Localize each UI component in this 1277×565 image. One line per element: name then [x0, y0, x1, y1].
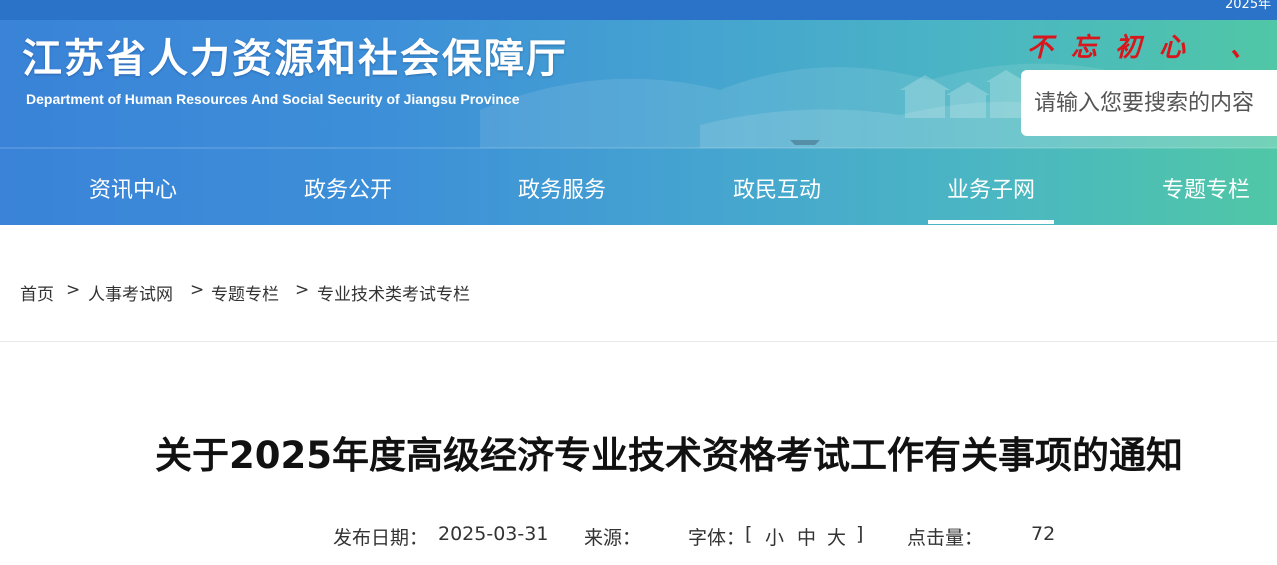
publish-date-label: 发布日期： [333, 527, 429, 549]
breadcrumb-current[interactable]: 专业技术类考试专栏 [317, 280, 470, 305]
nav-item-subsites[interactable]: 业务子网 [928, 170, 1054, 224]
top-strip: 2025年 [0, 0, 1277, 20]
font-small-button[interactable]: 小 [765, 523, 784, 550]
nav-item-interaction[interactable]: 政民互动 [714, 170, 840, 224]
site-subtitle: Department of Human Resources And Social… [26, 91, 520, 107]
divider [0, 341, 1277, 342]
site-header: 江苏省人力资源和社会保障厅 Department of Human Resour… [0, 20, 1277, 225]
article-meta: 发布日期： 2025-03-31 来源： 字体： [ 小 中 大 ] 点击量： … [0, 523, 1277, 549]
breadcrumb-separator: > [295, 280, 310, 300]
source-label: 来源： [584, 527, 642, 549]
publish-date: 2025-03-31 [438, 523, 549, 545]
nav-item-gov-service[interactable]: 政务服务 [499, 170, 625, 224]
breadcrumb-topics-link[interactable]: 专题专栏 [211, 280, 279, 305]
slogan: 不忘初心 、 [1027, 33, 1275, 63]
breadcrumb-separator: > [190, 280, 205, 300]
font-bracket-open: [ [745, 523, 753, 545]
search-box [1021, 70, 1277, 136]
breadcrumb-home-link[interactable]: 首页 [20, 280, 54, 305]
nav-item-topics[interactable]: 专题专栏 [1143, 170, 1269, 224]
views-count: 72 [1031, 523, 1056, 545]
search-input[interactable] [1021, 70, 1277, 136]
font-bracket-close: ] [856, 523, 864, 545]
site-title: 江苏省人力资源和社会保障厅 [22, 36, 568, 82]
font-medium-button[interactable]: 中 [797, 523, 816, 550]
breadcrumb-prefix: ： [0, 280, 11, 305]
nav-item-gov-info[interactable]: 政务公开 [285, 170, 411, 224]
main-nav: 资讯中心 政务公开 政务服务 政民互动 业务子网 专题专栏 [0, 170, 1277, 224]
breadcrumb-exam-site-link[interactable]: 人事考试网 [88, 280, 173, 305]
font-size-label: 字体： [688, 527, 746, 549]
font-large-button[interactable]: 大 [827, 523, 846, 550]
top-date: 2025年 [1225, 0, 1272, 12]
nav-item-news[interactable]: 资讯中心 [70, 170, 196, 224]
breadcrumb-separator: > [66, 280, 81, 300]
views-label: 点击量： [907, 527, 984, 549]
article-title: 关于2025年度高级经济专业技术资格考试工作有关事项的通知 [155, 434, 1183, 477]
